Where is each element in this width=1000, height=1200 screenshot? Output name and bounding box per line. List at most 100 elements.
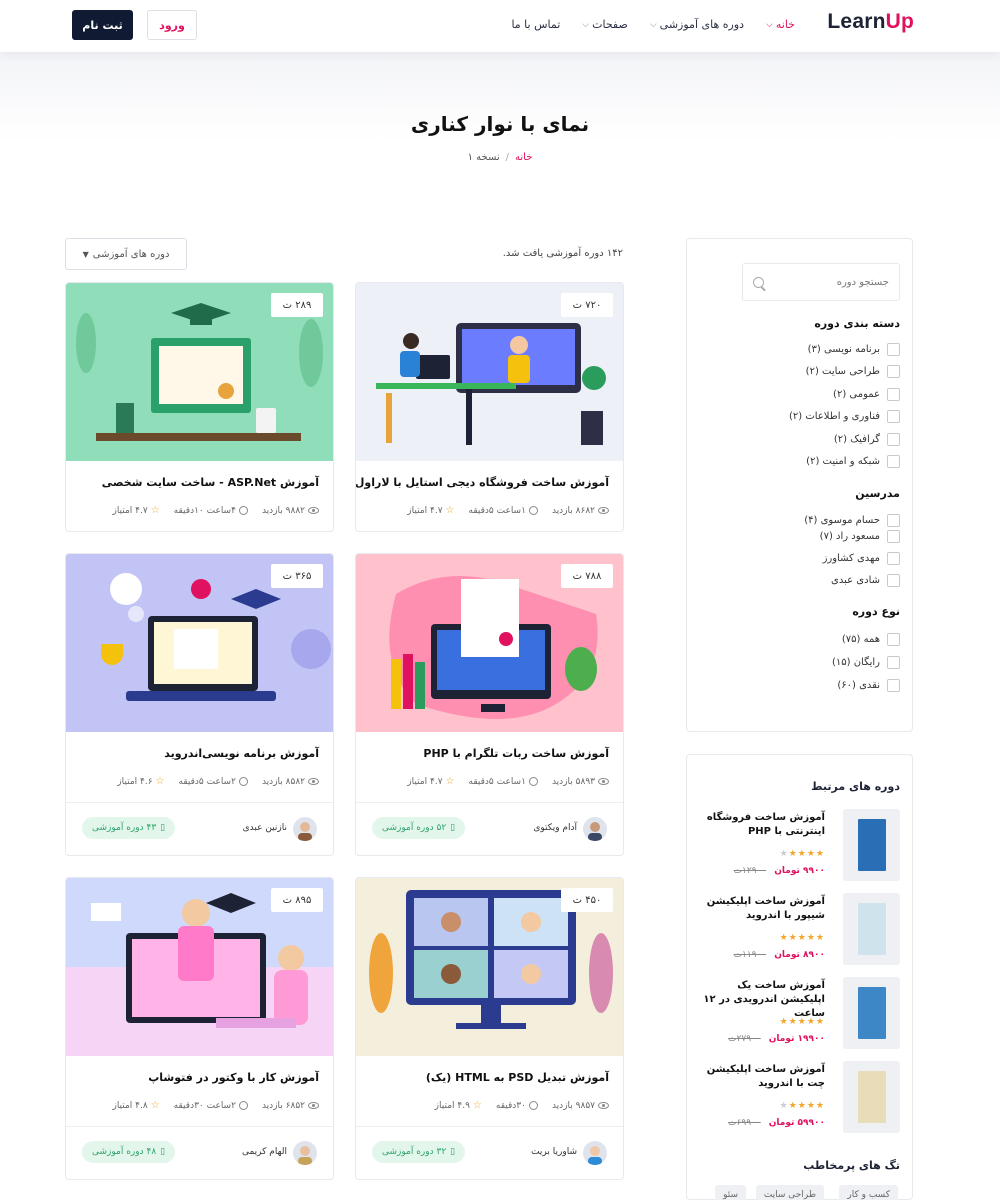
related-course[interactable]: آموزش ساخت اپلیکیشن چت با اندروید ★★★★★ … xyxy=(698,1061,900,1133)
clock-icon xyxy=(528,506,538,515)
category-filter[interactable]: فناوری و اطلاعات (۲) xyxy=(700,408,900,424)
checkbox[interactable] xyxy=(887,454,900,468)
author-name[interactable]: الهام کریمی xyxy=(242,1147,287,1157)
author-courses-badge: ▯ ۳۲ دوره آموزشی xyxy=(372,1141,466,1163)
eye-icon xyxy=(598,507,609,514)
category-filter[interactable]: طراحی سایت (۲) xyxy=(700,363,900,379)
tag[interactable]: طراحی سایت xyxy=(755,1185,824,1200)
category-filter[interactable]: برنامه نویسی (۳) xyxy=(700,341,900,357)
author-avatar[interactable] xyxy=(583,817,607,841)
category-filter[interactable]: شبکه و امنیت (۲) xyxy=(700,453,900,469)
breadcrumb-separator: / xyxy=(505,152,510,163)
checkbox[interactable] xyxy=(887,632,900,646)
course-card[interactable]: ۷۸۸ ت آموزش ساخت ربات تلگرام با PHP ۵۸۹۳… xyxy=(355,553,624,856)
checkbox[interactable] xyxy=(887,409,900,423)
rating: ☆ ۴.۷ امتیاز xyxy=(112,505,160,516)
related-course[interactable]: آموزش ساخت یک اپلیکیشن اندرویدی در ۱۲ سا… xyxy=(698,977,900,1049)
course-title[interactable]: آموزش ASP.Net - ساخت سایت شخصی xyxy=(102,476,319,489)
sort-dropdown[interactable]: دوره های آموزشی ▼ xyxy=(65,238,187,270)
checkbox[interactable] xyxy=(887,551,900,565)
checkbox[interactable] xyxy=(887,529,900,543)
star-icon: ☆ xyxy=(150,1100,160,1111)
book-cover-image xyxy=(843,809,900,881)
price-badge: ۲۸۹ ت xyxy=(271,293,323,317)
author-name[interactable]: شاوریا بریت xyxy=(531,1147,577,1157)
duration: ۴ساعت ۱۰دقیقه xyxy=(174,505,248,516)
eye-icon xyxy=(308,1102,319,1109)
checkbox[interactable] xyxy=(887,513,900,527)
search-input[interactable]: جستجو دوره xyxy=(742,263,900,301)
categories-title: دسته بندی دوره xyxy=(814,317,900,330)
logo[interactable]: LearnUp xyxy=(827,10,914,34)
card-footer: شاوریا بریت ▯ ۳۲ دوره آموزشی xyxy=(356,1126,623,1178)
rating-stars: ★★★★★ xyxy=(779,849,825,859)
search-icon[interactable] xyxy=(753,276,764,288)
course-card[interactable]: ۲۸۹ ت آموزش ASP.Net - ساخت سایت شخصی ۹۸۸… xyxy=(65,282,334,532)
related-course[interactable]: آموزش ساخت فروشگاه اینترنتی با PHP ★★★★★… xyxy=(698,809,900,881)
type-filter[interactable]: نقدی (۶۰) xyxy=(700,677,900,693)
nav-item-contact[interactable]: تماس با ما xyxy=(511,18,560,31)
instructor-filter[interactable]: مسعود راد (۷) xyxy=(700,528,900,544)
eye-icon xyxy=(598,1102,609,1109)
book-icon: ▯ xyxy=(160,823,166,833)
checkbox[interactable] xyxy=(887,678,900,692)
clock-icon xyxy=(528,777,538,786)
course-card[interactable]: ۷۲۰ ت آموزش ساخت فروشگاه دیجی استایل با … xyxy=(355,282,624,532)
rating: ☆ ۴.۷ امتیاز xyxy=(407,776,455,787)
author-name[interactable]: نازنین عبدی xyxy=(243,823,287,833)
related-course[interactable]: آموزش ساخت اپلیکیشن شیپور با اندروید ★★★… xyxy=(698,893,900,965)
tag[interactable]: کسب و کار xyxy=(839,1185,898,1200)
checkbox[interactable] xyxy=(887,364,900,378)
course-title[interactable]: آموزش تبدیل PSD به HTML (یک) xyxy=(426,1071,609,1084)
star-icon: ☆ xyxy=(155,776,165,787)
duration: ۱ساعت ۵دقیقه xyxy=(469,776,538,787)
related-price: ۵۹۹۰۰ تومان۶۹۹۰۰ت xyxy=(728,1118,825,1128)
author-courses-badge: ▯ ۴۳ دوره آموزشی xyxy=(82,817,176,839)
course-title[interactable]: آموزش ساخت ربات تلگرام با PHP xyxy=(423,747,609,760)
avatar-image xyxy=(588,1146,602,1165)
category-filter[interactable]: گرافیک (۲) xyxy=(700,431,900,447)
checkbox[interactable] xyxy=(887,432,900,446)
tag[interactable]: سئو xyxy=(715,1185,746,1200)
breadcrumb: خانه / نسخه ۱ xyxy=(0,152,1000,163)
author-name[interactable]: آدام ویکتوی xyxy=(533,823,577,833)
breadcrumb-current: نسخه ۱ xyxy=(467,152,500,163)
related-course-name[interactable]: آموزش ساخت یک اپلیکیشن اندرویدی در ۱۲ سا… xyxy=(695,979,825,1021)
checkbox[interactable] xyxy=(887,573,900,587)
nav-item-home[interactable]: خانه ⌵ xyxy=(766,18,795,31)
register-button[interactable]: ثبت نام xyxy=(72,10,133,40)
course-card[interactable]: ۳۶۵ ت آموزش برنامه نویسی‌اندروید ۸۵۸۲ با… xyxy=(65,553,334,856)
card-footer: آدام ویکتوی ▯ ۵۲ دوره آموزشی xyxy=(356,802,623,854)
course-card[interactable]: ۴۵۰ ت آموزش تبدیل PSD به HTML (یک) ۹۸۵۷ … xyxy=(355,877,624,1180)
type-filter[interactable]: رایگان (۱۵) xyxy=(700,654,900,670)
author-avatar[interactable] xyxy=(293,817,317,841)
course-card[interactable]: ۸۹۵ ت آموزش کار با وکتور در فتوشاپ ۶۸۵۲ … xyxy=(65,877,334,1180)
course-title[interactable]: آموزش کار با وکتور در فتوشاپ xyxy=(148,1071,319,1084)
breadcrumb-home[interactable]: خانه xyxy=(515,152,532,163)
nav-item-pages[interactable]: صفحات ⌵ xyxy=(582,18,628,31)
author-avatar[interactable] xyxy=(293,1141,317,1165)
rating-stars: ★★★★★ xyxy=(779,1101,825,1111)
eye-icon xyxy=(598,778,609,785)
chevron-down-icon: ⌵ xyxy=(582,19,590,30)
instructor-filter[interactable]: شادی عبدی xyxy=(700,572,900,588)
instructor-filter[interactable]: حسام موسوی (۴) xyxy=(700,512,900,528)
checkbox[interactable] xyxy=(887,342,900,356)
category-filter[interactable]: عمومی (۲) xyxy=(700,386,900,402)
checkbox[interactable] xyxy=(887,655,900,669)
type-filter[interactable]: همه (۷۵) xyxy=(700,631,900,647)
nav-item-courses[interactable]: دوره های آموزشی ⌵ xyxy=(650,18,744,31)
book-cover xyxy=(858,903,886,955)
book-icon: ▯ xyxy=(450,823,456,833)
related-course-name[interactable]: آموزش ساخت اپلیکیشن چت با اندروید xyxy=(695,1063,825,1091)
related-course-name[interactable]: آموزش ساخت اپلیکیشن شیپور با اندروید xyxy=(695,895,825,923)
eye-icon xyxy=(308,507,319,514)
related-course-name[interactable]: آموزش ساخت فروشگاه اینترنتی با PHP xyxy=(695,811,825,839)
course-title[interactable]: آموزش ساخت فروشگاه دیجی استایل با لاراول xyxy=(356,476,609,489)
author-avatar[interactable] xyxy=(583,1141,607,1165)
course-title[interactable]: آموزش برنامه نویسی‌اندروید xyxy=(164,747,319,760)
related-courses: دوره های مرتبط آموزش ساخت فروشگاه اینترن… xyxy=(686,754,913,1200)
checkbox[interactable] xyxy=(887,387,900,401)
instructor-filter[interactable]: مهدی کشاورز xyxy=(700,550,900,566)
login-button[interactable]: ورود xyxy=(147,10,197,40)
